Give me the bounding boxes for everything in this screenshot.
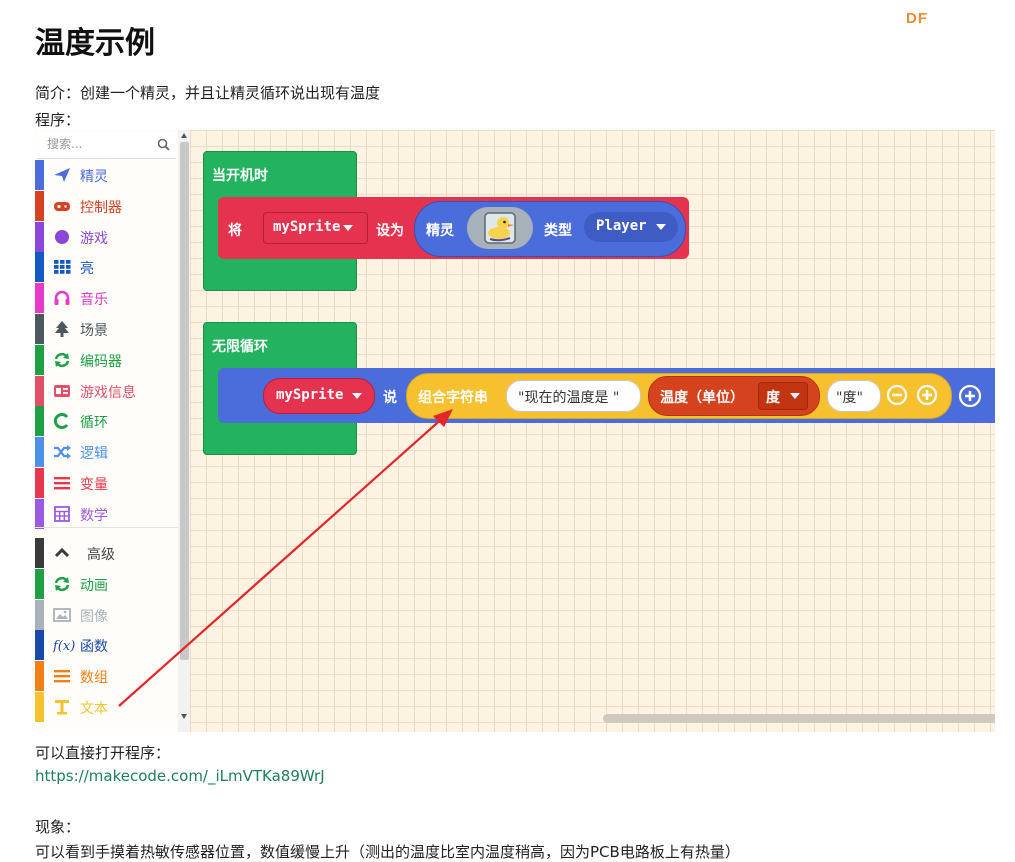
program-label: 程序：: [35, 111, 81, 129]
annotation-arrow: [118, 409, 453, 707]
open-program-label: 可以直接打开程序：: [35, 744, 171, 762]
phenomenon-text: 可以看到手摸着热敏传感器位置，数值缓慢上升（测出的温度比室内温度稍高，因为PCB…: [35, 843, 740, 861]
page-title: 温度示例: [35, 26, 155, 61]
df-logo: DF: [906, 10, 928, 27]
makecode-editor-screenshot: 精灵控制器游戏亮音乐场景编码器游戏信息循环逻辑变量数学高级动画图像f(x)函数数…: [35, 130, 995, 732]
program-link[interactable]: https://makecode.com/_iLmVTKa89WrJ: [35, 767, 325, 785]
intro-text: 简介：创建一个精灵，并且让精灵循环说出现有温度: [35, 84, 381, 102]
phenomenon-label: 现象：: [35, 818, 81, 836]
